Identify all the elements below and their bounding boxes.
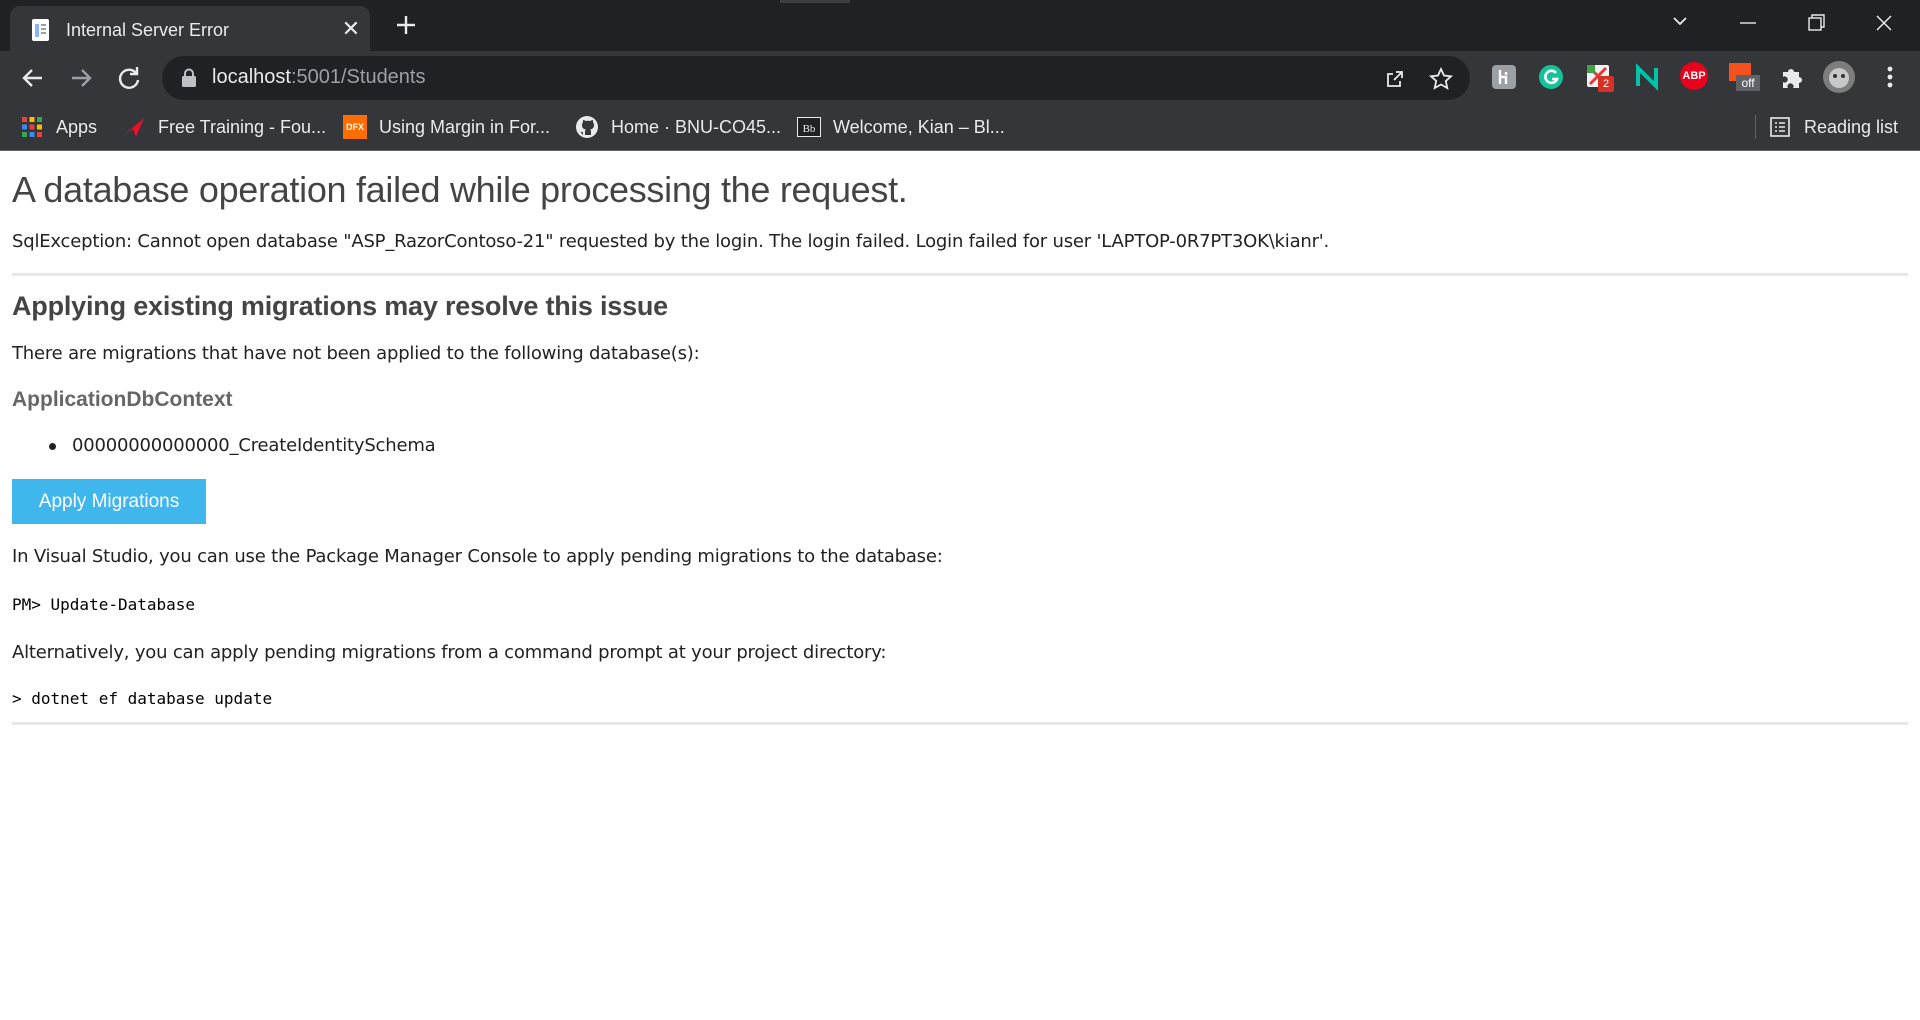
github-icon [576,116,598,138]
reload-icon[interactable] [112,61,146,95]
visual-studio-text: In Visual Studio, you can use the Packag… [12,546,943,567]
url-host: localhost [212,66,291,88]
extension-badge-icon[interactable]: 2 [1584,62,1614,92]
dfx-icon: DFX [343,115,367,139]
bookmarks-bar: Apps Free Training - Fou... DFX Using Ma… [0,103,1920,151]
tab-search-icon[interactable] [1650,6,1710,40]
reading-list-icon [1770,117,1790,137]
bookmark-label: Home · BNU-CO45... [611,116,782,137]
url-text[interactable]: localhost:5001/Students [212,66,426,89]
active-tab[interactable]: Internal Server Error ✕ [10,6,370,51]
minimize-icon[interactable] [1718,6,1778,40]
pending-migrations-text: There are migrations that have not been … [12,343,700,364]
tab-strip: Internal Server Error ✕ [0,0,1920,51]
db-context-name: ApplicationDbContext [12,388,233,411]
bookmark-free-training[interactable]: Free Training - Fou... [122,114,326,140]
migrations-heading: Applying existing migrations may resolve… [12,291,668,321]
bookmark-github-home[interactable]: Home · BNU-CO45... [575,114,781,140]
bookmark-using-margin[interactable]: DFX Using Margin in For... [343,114,550,140]
blackboard-icon: Bb [797,117,821,137]
share-icon[interactable] [1382,66,1408,92]
bookmark-apps[interactable]: Apps [20,114,97,140]
apps-grid-icon [22,117,42,137]
bullet-dot [49,443,56,450]
bookmarks-divider [1755,115,1756,139]
extension-h-icon[interactable] [1489,62,1519,92]
back-arrow-icon[interactable] [16,61,50,95]
list-item: 00000000000000_CreateIdentitySchema [72,435,436,456]
bookmark-label: Welcome, Kian – Bl... [833,116,1005,137]
bookmark-label: Using Margin in For... [379,116,551,137]
reading-list-label: Reading list [1804,116,1899,137]
apply-migrations-button[interactable]: Apply Migrations [12,479,206,524]
bookmark-blackboard[interactable]: Bb Welcome, Kian – Bl... [797,114,1005,140]
tab-close-icon[interactable]: ✕ [336,14,366,44]
address-bar[interactable]: localhost:5001/Students [162,56,1470,100]
tab-title: Internal Server Error [66,20,230,40]
browser-toolbar: localhost:5001/Students 2 ABP off [0,51,1920,103]
window-drag-area[interactable] [780,0,850,3]
pm-command: PM> Update-Database [12,595,196,614]
puzzle-icon[interactable] [1776,62,1806,92]
reading-list-button[interactable]: Reading list [1768,114,1898,140]
url-path: :5001/Students [290,66,426,88]
restore-icon[interactable] [1786,6,1846,40]
grammarly-icon[interactable] [1536,62,1566,92]
notion-icon[interactable] [1632,62,1662,92]
window-close-icon[interactable] [1854,6,1914,40]
page-title: A database operation failed while proces… [12,169,908,210]
red-arrow-icon [124,118,144,137]
divider [12,273,1908,276]
divider [12,722,1908,725]
bookmark-label: Apps [56,116,98,137]
forward-arrow-icon[interactable] [64,61,98,95]
exception-message: SqlException: Cannot open database "ASP_… [12,231,1330,252]
error-page: A database operation failed while proces… [0,152,1920,1020]
off-label: off [1736,75,1760,91]
new-tab-icon[interactable] [390,9,422,41]
bookmark-star-icon[interactable] [1428,66,1454,92]
profile-avatar[interactable] [1822,60,1856,94]
page-icon [32,19,49,41]
coupon-off-icon[interactable]: off [1728,62,1760,92]
adblock-icon[interactable]: ABP [1680,62,1708,90]
badge-count: 2 [1598,76,1614,92]
lock-icon[interactable] [180,68,198,88]
cli-command: > dotnet ef database update [12,689,273,708]
alternative-text: Alternatively, you can apply pending mig… [12,642,887,663]
more-menu-icon[interactable] [1875,62,1905,92]
bookmark-label: Free Training - Fou... [158,116,327,137]
